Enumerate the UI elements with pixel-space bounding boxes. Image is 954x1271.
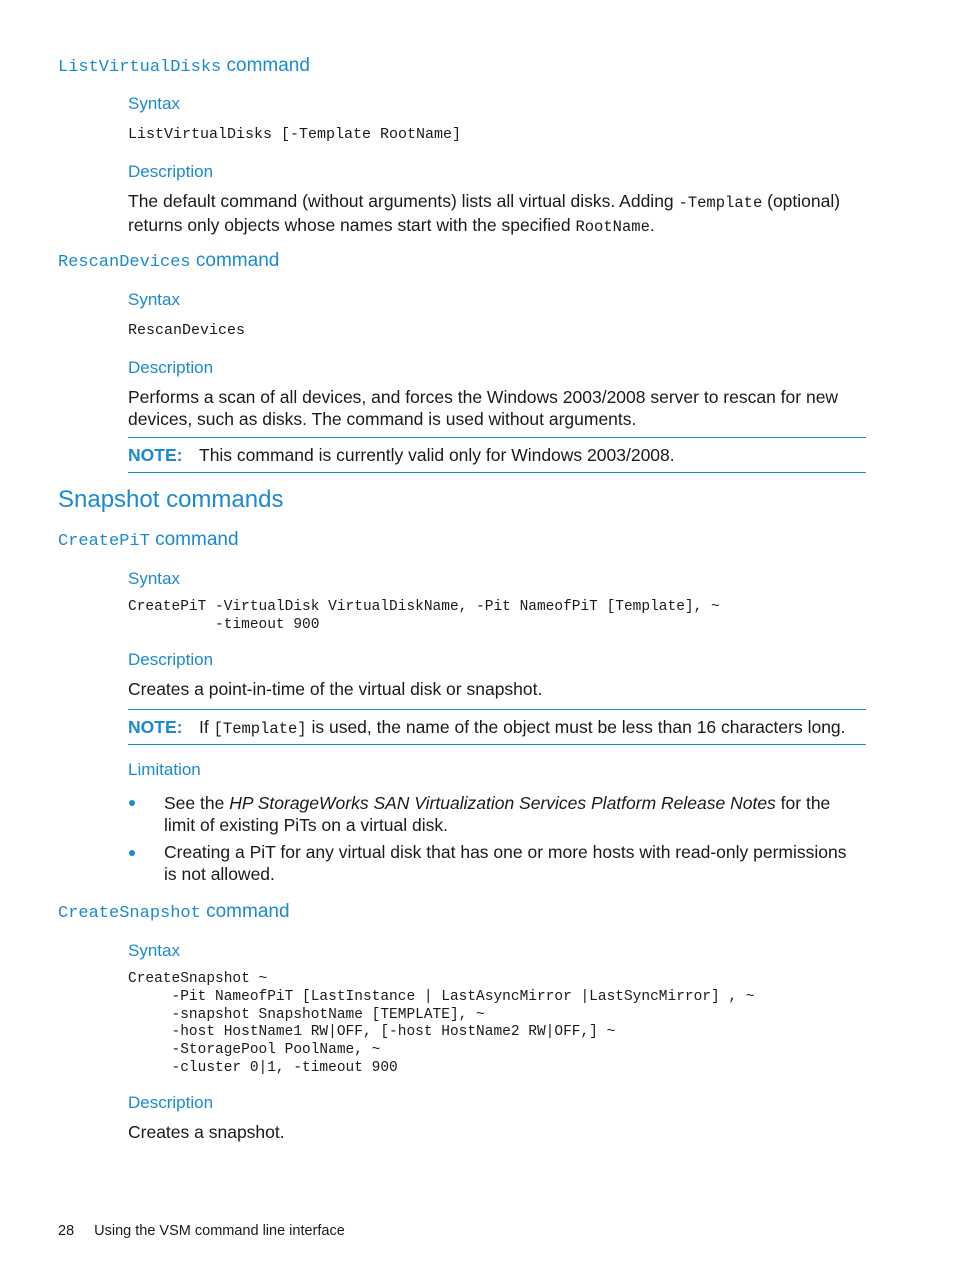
list-virtual-disks-heading: ListVirtualDisks command — [58, 55, 310, 77]
command-name: ListVirtualDisks — [58, 58, 222, 77]
description-label: Description — [128, 650, 214, 669]
syntax-code: CreateSnapshot ~ -Pit NameofPiT [LastIns… — [128, 971, 755, 1076]
command-suffix: command — [200, 901, 290, 922]
note-box: NOTE: If [Template] is used, the name of … — [128, 709, 866, 745]
limitation-label: Limitation — [128, 760, 201, 779]
create-pit-heading: CreatePiT command — [58, 529, 239, 551]
note-text: is used, the name of the object must be … — [306, 717, 846, 737]
chapter-title: Using the VSM command line interface — [94, 1223, 345, 1239]
syntax-code: CreatePiT -VirtualDisk VirtualDiskName, … — [128, 599, 720, 633]
command-suffix: command — [221, 55, 310, 76]
page-number: 28 — [58, 1223, 75, 1239]
text-run: The default command (without arguments) … — [128, 191, 679, 211]
inline-code: RootName — [575, 217, 650, 236]
section-title: Snapshot commands — [58, 486, 284, 513]
note-text: This command is currently valid only for… — [199, 445, 675, 465]
document-title: HP StorageWorks SAN Virtualization Servi… — [229, 793, 776, 813]
rescan-devices-heading: RescanDevices command — [58, 250, 279, 272]
description-text: The default command (without arguments) … — [128, 191, 858, 238]
description-label: Description — [128, 162, 214, 181]
text-run: See the — [164, 793, 230, 813]
command-name: CreateSnapshot — [58, 904, 201, 923]
list-item: See the HP StorageWorks SAN Virtualizati… — [164, 793, 864, 836]
text-run: . — [649, 214, 655, 235]
page-footer: 28 Using the VSM command line interface — [58, 1223, 345, 1239]
note-box: NOTE: This command is currently valid onl… — [128, 437, 866, 473]
list-item: Creating a PiT for any virtual disk that… — [164, 842, 847, 884]
bullet-icon — [129, 800, 135, 806]
command-suffix: command — [149, 529, 239, 550]
description-label: Description — [128, 358, 214, 377]
command-name: RescanDevices — [58, 253, 191, 272]
syntax-label: Syntax — [128, 290, 180, 309]
syntax-label: Syntax — [128, 941, 180, 960]
command-name: CreatePiT — [58, 532, 150, 551]
bullet-icon — [129, 850, 135, 856]
note-label: NOTE: — [128, 717, 183, 737]
command-suffix: command — [190, 250, 280, 271]
description-text: Creates a point-in-time of the virtual d… — [128, 679, 543, 699]
syntax-code: ListVirtualDisks [-Template RootName] — [128, 126, 462, 143]
syntax-label: Syntax — [128, 94, 180, 113]
inline-code: -Template — [678, 194, 763, 212]
description-label: Description — [128, 1093, 214, 1112]
description-text: Performs a scan of all devices, and forc… — [128, 387, 839, 429]
note-text: If — [199, 717, 214, 737]
inline-code: [Template] — [213, 720, 307, 738]
syntax-code: RescanDevices — [128, 322, 246, 339]
create-snapshot-heading: CreateSnapshot command — [58, 901, 290, 923]
syntax-label: Syntax — [128, 569, 180, 588]
description-text: Creates a snapshot. — [128, 1122, 285, 1142]
note-label: NOTE: — [128, 445, 183, 465]
